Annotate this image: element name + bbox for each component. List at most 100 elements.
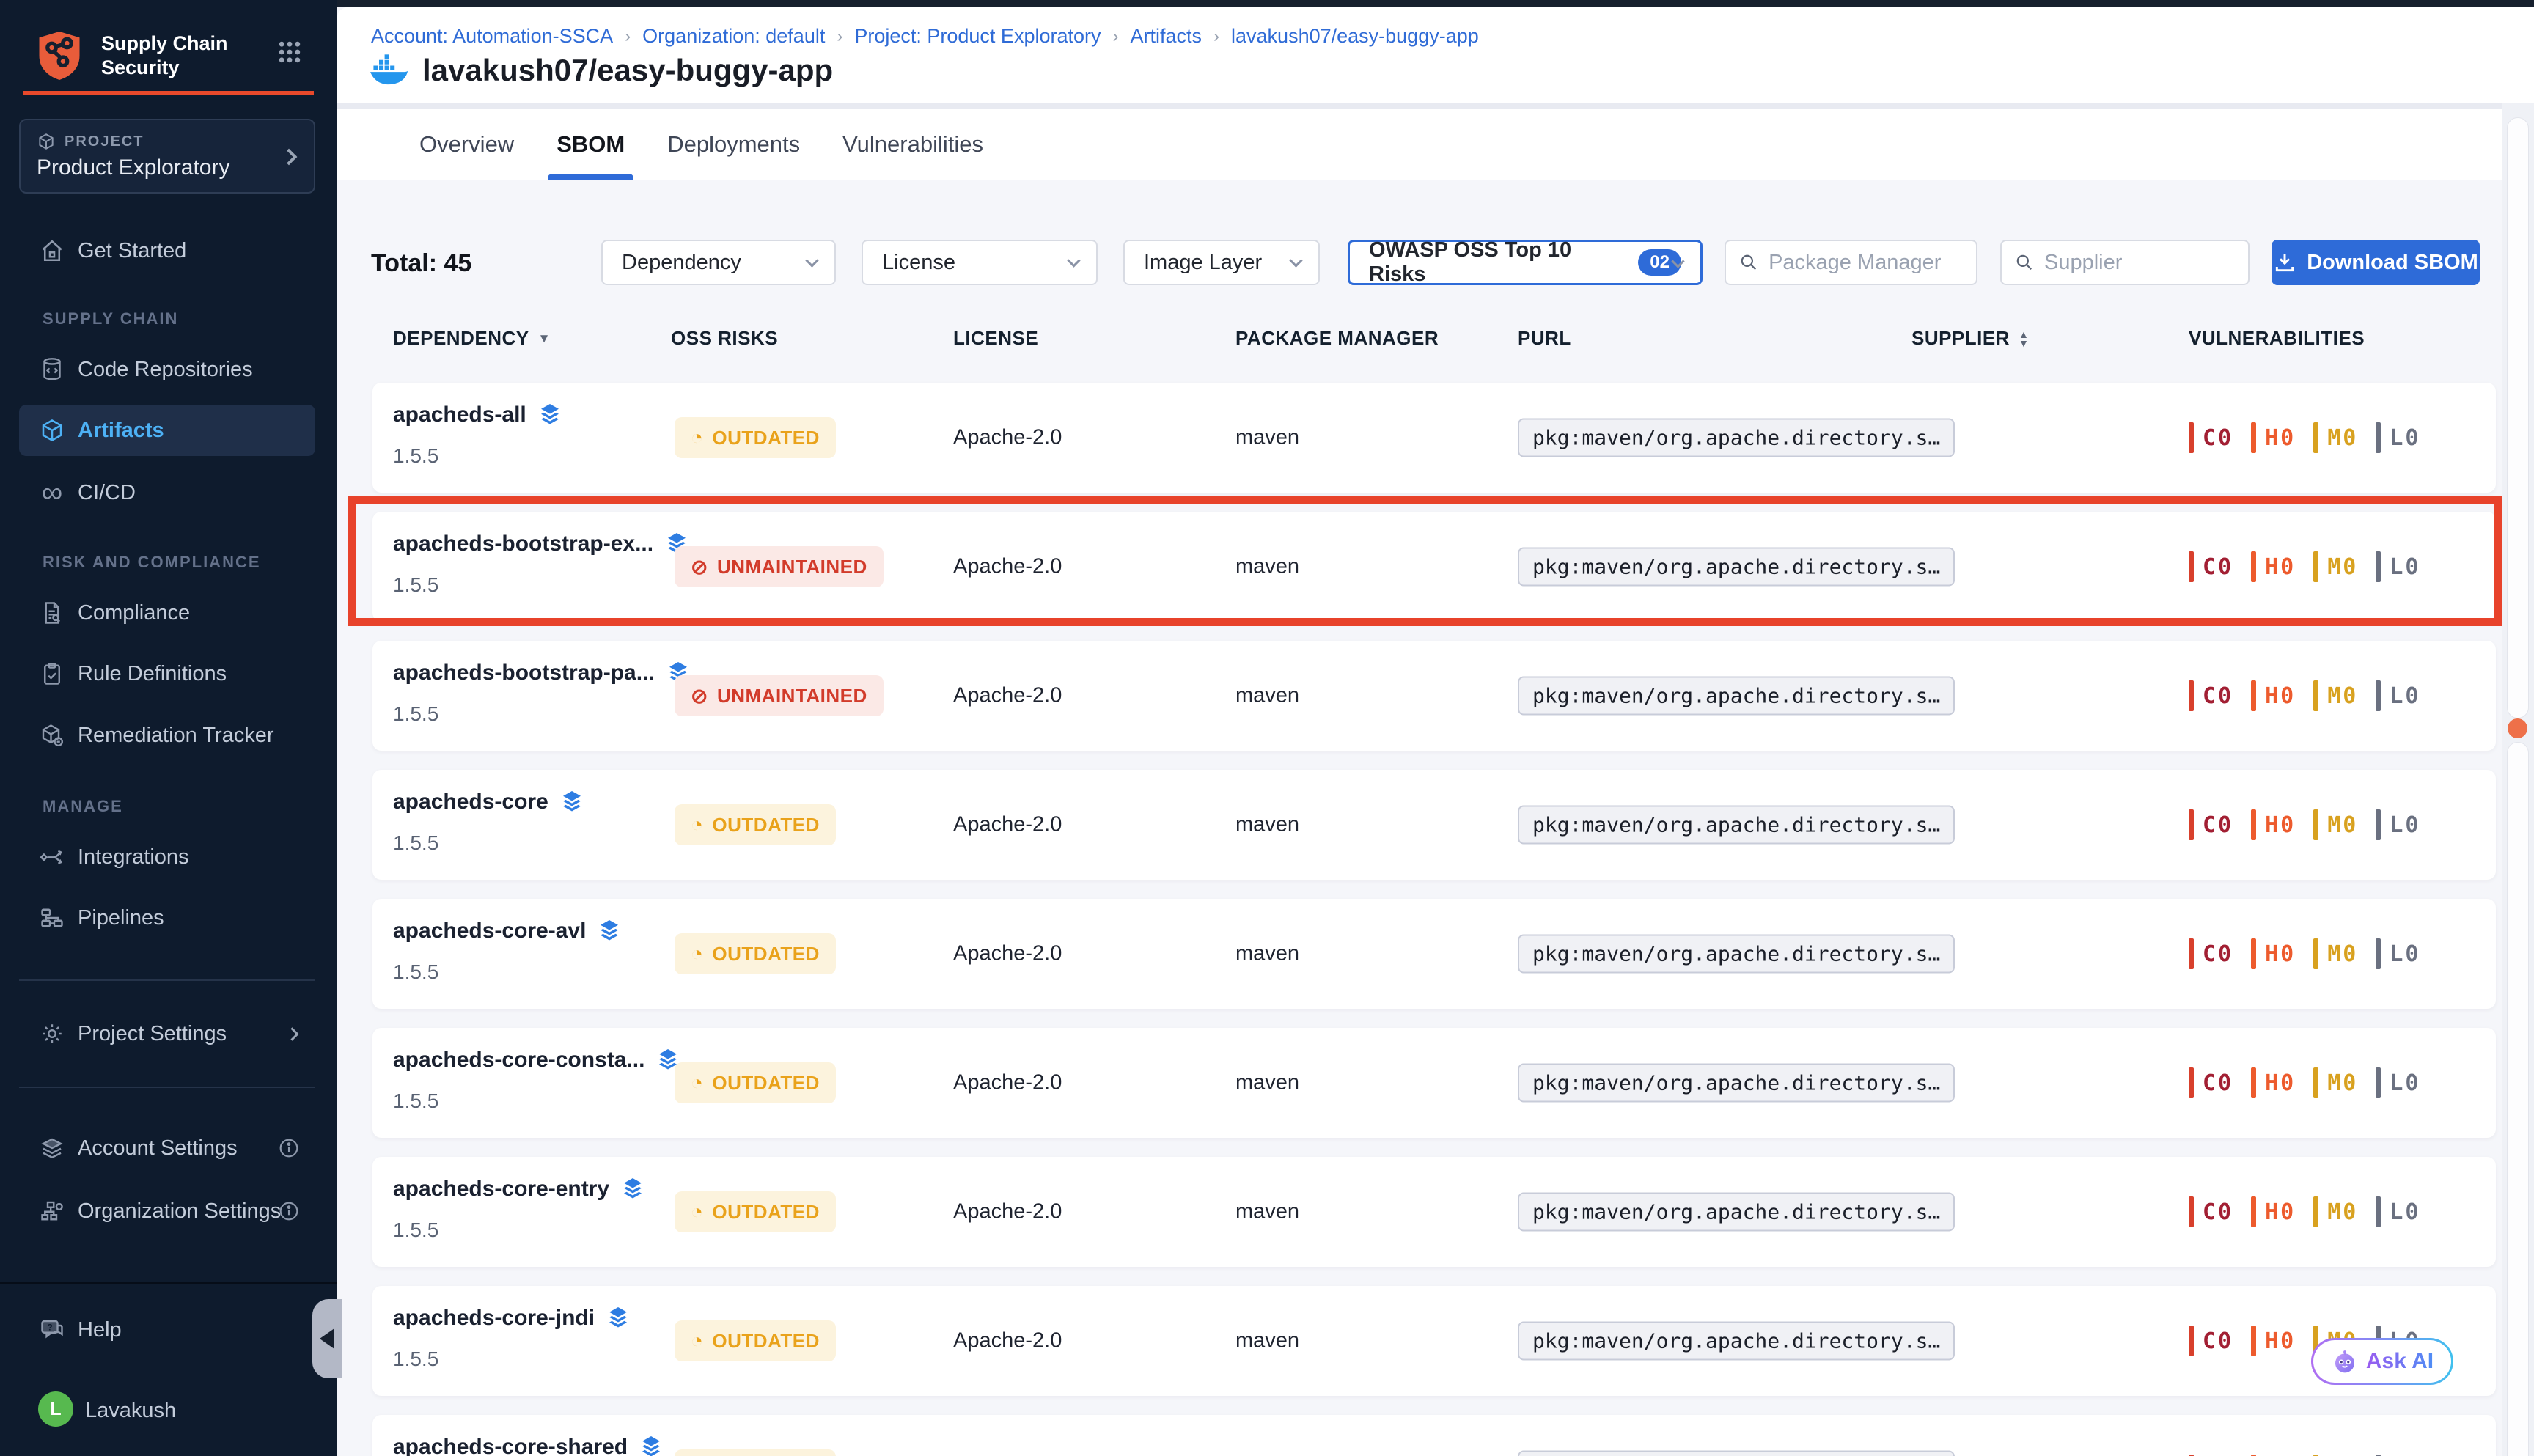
total-count: Total: 45	[371, 249, 471, 278]
purl-chip[interactable]: pkg:maven/org.apache.directory.s…	[1518, 935, 1955, 974]
sidebar-item-help[interactable]: ? Help	[0, 1305, 337, 1355]
tab-sbom[interactable]: SBOM	[557, 109, 625, 180]
table-row[interactable]: apacheds-core-entry 1.5.5 ◔ OUTDATED Apa…	[372, 1157, 2496, 1267]
module-grid-icon[interactable]	[277, 40, 302, 65]
risk-status-label: OUTDATED	[712, 427, 820, 449]
table-row[interactable]: apacheds-all 1.5.5 ◔ OUTDATED Apache-2.0…	[372, 383, 2496, 493]
sidebar-item-project-settings[interactable]: Project Settings	[0, 1009, 337, 1059]
column-header-vulnerabilities[interactable]: VULNERABILITIES	[2189, 327, 2365, 350]
package-manager-search-input[interactable]	[1769, 251, 1963, 275]
dependency-version: 1.5.5	[393, 573, 690, 597]
purl-chip[interactable]: pkg:maven/org.apache.directory.s…	[1518, 1451, 1955, 1456]
main-area: Account: Automation-SSCA › Organization:…	[337, 7, 2534, 1456]
table-row[interactable]: apacheds-core-consta... 1.5.5 ◔ OUTDATED…	[372, 1028, 2496, 1138]
purl-chip[interactable]: pkg:maven/org.apache.directory.s…	[1518, 419, 1955, 457]
user-avatar[interactable]: L	[38, 1391, 73, 1427]
tab-overview[interactable]: Overview	[419, 109, 514, 180]
oss-risk-cell: ◔ OUTDATED	[675, 1320, 836, 1361]
org-chart-icon	[38, 1198, 66, 1224]
column-header-dependency[interactable]: DEPENDENCY▼	[393, 327, 551, 350]
dependency-cell: apacheds-all 1.5.5	[393, 402, 563, 468]
download-sbom-button[interactable]: Download SBOM	[2272, 240, 2480, 285]
purl-chip[interactable]: pkg:maven/org.apache.directory.s…	[1518, 1193, 1955, 1232]
ask-ai-button[interactable]: Ask AI	[2311, 1338, 2453, 1385]
sidebar-item-account-settings[interactable]: Account Settings	[0, 1123, 337, 1173]
table-row[interactable]: apacheds-core 1.5.5 ◔ OUTDATED Apache-2.…	[372, 770, 2496, 880]
divider	[19, 979, 315, 981]
user-name[interactable]: Lavakush	[85, 1399, 176, 1423]
breadcrumb-organization[interactable]: Organization: default	[642, 25, 825, 48]
table-row[interactable]: apacheds-bootstrap-pa... 1.5.5 ⊘ UNMAINT…	[372, 641, 2496, 751]
dependency-name: apacheds-bootstrap-ex...	[393, 532, 653, 556]
vuln-count-low: L0	[2376, 1067, 2420, 1098]
vuln-count-low: L0	[2376, 422, 2420, 453]
dependency-name: apacheds-all	[393, 402, 526, 427]
risk-status-icon: ◔	[691, 813, 703, 837]
sidebar-item-get-started[interactable]: Get Started	[0, 226, 337, 276]
table-row[interactable]: apacheds-core-shared 1.5.5 ◔ OUTDATED Ap…	[372, 1415, 2496, 1456]
owasp-risks-filter-dropdown[interactable]: OWASP OSS Top 10 Risks 02	[1348, 240, 1703, 285]
package-manager-value: maven	[1235, 1329, 1299, 1353]
sidebar-item-code-repositories[interactable]: Code Repositories	[0, 345, 337, 394]
sidebar-item-pipelines[interactable]: Pipelines	[0, 893, 337, 943]
purl-chip[interactable]: pkg:maven/org.apache.directory.s…	[1518, 806, 1955, 845]
column-header-purl[interactable]: PURL	[1518, 327, 1571, 350]
purl-cell: pkg:maven/org.apache.directory.s…	[1518, 548, 1955, 587]
breadcrumb-artifact-name[interactable]: lavakush07/easy-buggy-app	[1231, 25, 1479, 48]
infinity-icon: ∞	[38, 482, 66, 504]
license-filter-dropdown[interactable]: License	[862, 240, 1098, 285]
tab-bar: Overview SBOM Deployments Vulnerabilitie…	[337, 109, 2534, 180]
window-top-edge	[0, 0, 2534, 7]
scroll-position-marker	[2508, 718, 2527, 738]
dependency-filter-dropdown[interactable]: Dependency	[601, 240, 836, 285]
breadcrumb-account[interactable]: Account: Automation-SSCA	[371, 25, 613, 48]
purl-chip[interactable]: pkg:maven/org.apache.directory.s…	[1518, 1322, 1955, 1361]
purl-chip[interactable]: pkg:maven/org.apache.directory.s…	[1518, 1064, 1955, 1103]
app-logo[interactable]: Supply Chain Security	[35, 29, 228, 82]
breadcrumb-artifacts[interactable]: Artifacts	[1131, 25, 1202, 48]
vertical-scrollbar[interactable]	[2502, 103, 2534, 1456]
purl-chip[interactable]: pkg:maven/org.apache.directory.s…	[1518, 677, 1955, 716]
sidebar: Supply Chain Security PROJECT Product Ex…	[0, 0, 337, 1456]
breadcrumb: Account: Automation-SSCA › Organization:…	[371, 25, 1479, 48]
scrollbar-thumb[interactable]	[2507, 117, 2529, 718]
vuln-count-high: H0	[2251, 422, 2296, 453]
tab-vulnerabilities[interactable]: Vulnerabilities	[842, 109, 983, 180]
column-header-package-manager[interactable]: PACKAGE MANAGER	[1235, 327, 1439, 350]
sidebar-item-artifacts[interactable]: Artifacts	[0, 405, 337, 455]
package-manager-value: maven	[1235, 813, 1299, 837]
purl-chip[interactable]: pkg:maven/org.apache.directory.s…	[1518, 548, 1955, 587]
divider	[0, 1282, 337, 1284]
section-risk-compliance: RISK AND COMPLIANCE	[43, 553, 261, 572]
sidebar-item-integrations[interactable]: Integrations	[0, 832, 337, 882]
image-layer-filter-dropdown[interactable]: Image Layer	[1123, 240, 1320, 285]
layers-icon	[596, 918, 623, 944]
column-header-license[interactable]: LICENSE	[953, 327, 1038, 350]
dependency-cell: apacheds-core-consta... 1.5.5	[393, 1047, 681, 1113]
table-row[interactable]: apacheds-core-avl 1.5.5 ◔ OUTDATED Apach…	[372, 899, 2496, 1009]
brand-accent-line	[23, 91, 314, 95]
scrollbar-thumb[interactable]	[2507, 742, 2529, 1456]
sidebar-collapse-handle[interactable]	[312, 1299, 342, 1378]
sidebar-item-remediation-tracker[interactable]: Remediation Tracker	[0, 710, 337, 760]
table-row[interactable]: apacheds-bootstrap-ex... 1.5.5 ⊘ UNMAINT…	[372, 512, 2496, 622]
vuln-count-critical: C0	[2189, 1196, 2233, 1227]
sidebar-item-organization-settings[interactable]: Organization Settings	[0, 1186, 337, 1236]
supplier-search-input[interactable]	[2044, 251, 2235, 275]
breadcrumb-project[interactable]: Project: Product Exploratory	[854, 25, 1101, 48]
sidebar-item-compliance[interactable]: Compliance	[0, 588, 337, 638]
vuln-count-high: H0	[2251, 1326, 2296, 1356]
tab-deployments[interactable]: Deployments	[667, 109, 800, 180]
sidebar-item-rule-definitions[interactable]: Rule Definitions	[0, 649, 337, 699]
column-header-supplier[interactable]: SUPPLIER▲▼	[1911, 327, 2029, 350]
artifacts-cube-icon	[38, 417, 66, 444]
vuln-count-medium: M0	[2313, 1067, 2358, 1098]
table-row[interactable]: apacheds-core-jndi 1.5.5 ◔ OUTDATED Apac…	[372, 1286, 2496, 1396]
gear-icon	[38, 1021, 66, 1047]
project-selector[interactable]: PROJECT Product Exploratory	[19, 119, 315, 194]
shield-logo-icon	[35, 29, 84, 82]
column-header-oss-risks[interactable]: OSS RISKS	[671, 327, 778, 350]
package-manager-value: maven	[1235, 684, 1299, 708]
sidebar-item-cicd[interactable]: ∞ CI/CD	[0, 468, 337, 518]
vuln-count-medium: M0	[2313, 1196, 2358, 1227]
